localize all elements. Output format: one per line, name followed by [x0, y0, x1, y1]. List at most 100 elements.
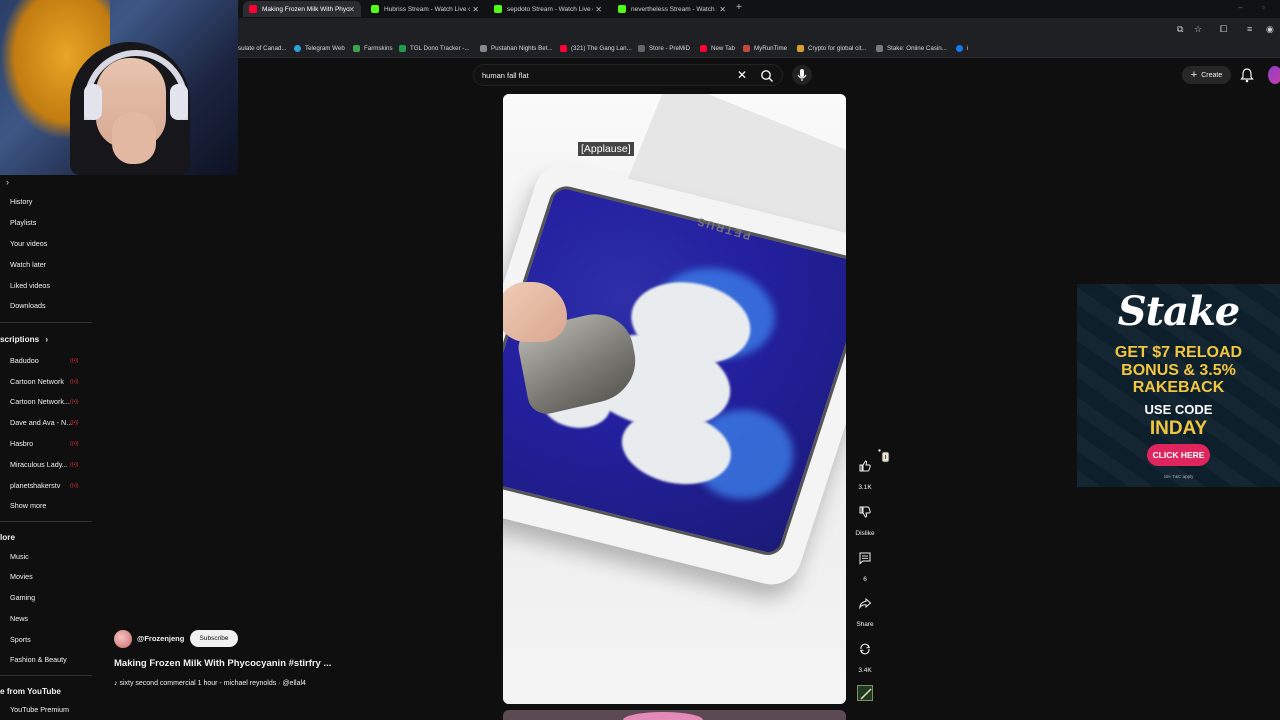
guide-sidebar: › History Playlists Your videos Watch la… — [0, 175, 94, 720]
sidebar-item-movies[interactable]: Movies — [10, 572, 33, 581]
sidebar-item-your-videos[interactable]: Your videos — [10, 239, 47, 248]
sidebar-item-playlists[interactable]: Playlists — [10, 218, 36, 227]
ad-logo: Stake — [1117, 288, 1240, 335]
sound-attribution[interactable]: ♪ sixty second commercial 1 hour - micha… — [114, 680, 306, 687]
minimize-icon[interactable]: – — [1238, 3, 1242, 12]
search-input[interactable]: human fall flat — [482, 71, 529, 80]
tab-label: Hubriss Stream - Watch Live o — [384, 5, 470, 13]
bookmark-item[interactable]: (321) The Gang Lan... — [560, 45, 632, 52]
webcam-overlay — [0, 0, 238, 175]
bookmark-item[interactable]: Crypto for global cit... — [797, 45, 866, 52]
browser-tab[interactable]: nevertheless Stream - Watch Li ✕ — [612, 1, 732, 17]
close-tab-icon[interactable]: ✕ — [348, 5, 355, 14]
voice-search-button[interactable] — [792, 65, 812, 85]
extensions-icon[interactable]: ⧠ — [1220, 24, 1227, 35]
subscription-item[interactable]: Miraculous Lady... — [10, 460, 68, 469]
bookmark-label: Crypto for global cit... — [808, 45, 867, 52]
subscribe-button[interactable]: Subscribe — [190, 630, 238, 647]
sidebar-item-watch-later[interactable]: Watch later — [10, 260, 46, 269]
browser-tab[interactable]: Making Frozen Milk With Phyco ✕ — [243, 1, 361, 17]
create-button[interactable]: + Create — [1182, 66, 1231, 84]
comments-action[interactable]: 6 — [852, 545, 878, 583]
sound-thumbnail[interactable] — [857, 685, 873, 701]
search-box[interactable]: human fall flat ✕ — [473, 64, 783, 86]
next-short-preview[interactable] — [503, 710, 846, 720]
subscription-item[interactable]: Cartoon Network... — [10, 397, 70, 406]
sidebar-divider — [0, 322, 92, 323]
youtube-icon — [700, 45, 707, 52]
bookmark-item[interactable]: Pustahan Nights Bet... — [480, 45, 553, 52]
bookmark-item[interactable]: sulate of Canad... — [238, 45, 287, 52]
bookmark-item[interactable]: Farmskins — [353, 45, 393, 52]
media-control-icon[interactable]: ≡ — [1247, 24, 1252, 34]
bookmark-item[interactable]: Telegram Web — [294, 45, 345, 52]
subscription-item[interactable]: planetshakerstv — [10, 481, 60, 490]
profile-icon[interactable]: ◉ — [1266, 24, 1274, 35]
share-button[interactable] — [852, 590, 878, 616]
install-app-icon[interactable]: ⧉ — [1177, 24, 1183, 35]
bookmark-label: (321) The Gang Lan... — [571, 45, 632, 52]
sound-label: sixty second commercial 1 hour - michael… — [119, 680, 306, 687]
like-action[interactable]: 3.1K — [852, 453, 878, 491]
bookmark-item[interactable]: Stake: Online Casin... — [876, 45, 947, 52]
remix-action[interactable]: 3.4K — [852, 636, 878, 674]
dislike-label: Dislike — [855, 530, 875, 537]
mouse-cursor-icon — [878, 449, 890, 463]
share-action[interactable]: Share — [852, 590, 878, 628]
close-tab-icon[interactable]: ✕ — [719, 5, 726, 14]
search-button[interactable] — [757, 67, 777, 85]
sidebar-item-gaming[interactable]: Gaming — [10, 593, 35, 602]
bookmark-item[interactable]: MyRunTime — [743, 45, 787, 52]
sidebar-item-youtube-premium[interactable]: YouTube Premium — [10, 705, 69, 714]
browser-tab[interactable]: Hubriss Stream - Watch Live o ✕ — [365, 1, 485, 17]
sidebar-divider — [0, 675, 92, 676]
bookmark-label: sulate of Canad... — [238, 45, 287, 52]
ad-headline-line1: GET $7 RELOAD — [1114, 344, 1243, 361]
live-indicator-icon: ((•)) — [70, 358, 79, 364]
close-tab-icon[interactable]: ✕ — [595, 5, 602, 14]
bookmark-star-icon[interactable]: ☆ — [1194, 24, 1202, 35]
headset-ear-left — [84, 84, 102, 120]
live-indicator-icon: ((•)) — [70, 441, 79, 447]
sidebar-item-music[interactable]: Music — [10, 552, 29, 561]
subscriptions-heading[interactable]: scriptions › — [0, 335, 48, 344]
ad-click-here-button[interactable]: CLICK HERE — [1147, 444, 1210, 466]
subscription-item[interactable]: Badudoo — [10, 356, 39, 365]
show-more-button[interactable]: Show more — [10, 501, 46, 510]
shorts-video-player[interactable]: PETRUS [Applause] — [503, 94, 846, 704]
bookmark-item[interactable]: i — [956, 45, 968, 52]
sidebar-item-history[interactable]: History — [10, 197, 32, 206]
short-title[interactable]: Making Frozen Milk With Phycocyanin #sti… — [114, 658, 331, 669]
sidebar-item-news[interactable]: News — [10, 614, 28, 623]
close-tab-icon[interactable]: ✕ — [472, 5, 479, 14]
account-avatar[interactable] — [1268, 66, 1280, 84]
telegram-icon — [294, 45, 301, 52]
bookmark-item[interactable]: TGL Dono Tracker -... — [399, 45, 470, 52]
maximize-icon[interactable]: ▫ — [1262, 3, 1265, 12]
clear-search-icon[interactable]: ✕ — [737, 68, 747, 82]
like-button[interactable] — [852, 453, 878, 479]
channel-handle[interactable]: @Frozenjeng — [137, 634, 184, 643]
new-tab-button[interactable]: + — [736, 2, 742, 13]
subscription-item[interactable]: Hasbro — [10, 439, 33, 448]
stake-ad-banner[interactable]: Stake GET $7 RELOAD BONUS & 3.5% RAKEBAC… — [1077, 284, 1280, 487]
sidebar-item-liked-videos[interactable]: Liked videos — [10, 281, 50, 290]
channel-avatar[interactable] — [114, 630, 132, 648]
remix-button[interactable] — [852, 636, 878, 662]
youtube-icon — [560, 45, 567, 52]
bookmark-item[interactable]: New Tab — [700, 45, 735, 52]
comments-button[interactable] — [852, 545, 878, 571]
dislike-action[interactable]: Dislike — [852, 499, 878, 537]
sidebar-item-fashion-beauty[interactable]: Fashion & Beauty — [10, 655, 67, 664]
sidebar-item-downloads[interactable]: Downloads — [10, 301, 46, 310]
notifications-button[interactable] — [1240, 67, 1254, 88]
chevron-right-icon[interactable]: › — [6, 177, 9, 187]
dislike-button[interactable] — [852, 499, 878, 525]
sidebar-item-sports[interactable]: Sports — [10, 635, 31, 644]
comments-count: 6 — [863, 576, 867, 583]
tab-label: nevertheless Stream - Watch Li — [631, 5, 717, 13]
browser-tab[interactable]: sepdoto Stream - Watch Live o ✕ — [488, 1, 608, 17]
subscription-item[interactable]: Cartoon Network — [10, 377, 64, 386]
subscription-item[interactable]: Dave and Ava - N... — [10, 418, 72, 427]
bookmark-item[interactable]: Store - PreMiD — [638, 45, 690, 52]
